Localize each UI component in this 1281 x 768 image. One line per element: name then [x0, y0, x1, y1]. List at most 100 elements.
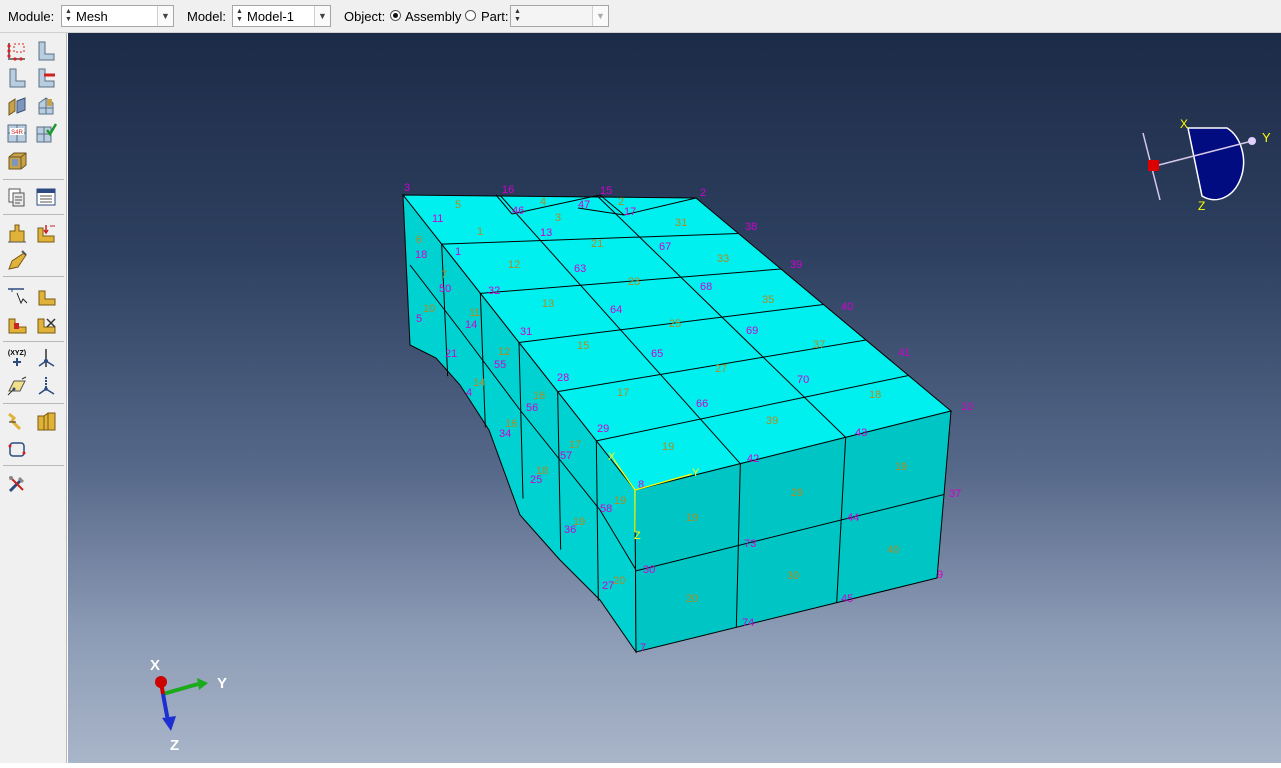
- node-label: 58: [600, 503, 612, 515]
- part-combo[interactable]: ▲ ▼ ▼: [510, 5, 609, 27]
- element-label: 10: [423, 303, 435, 315]
- partition-face-icon[interactable]: [35, 222, 57, 244]
- delete-seeds-icon[interactable]: [35, 67, 57, 89]
- view-compass[interactable]: X Y Z: [1142, 117, 1271, 213]
- compass-x-handle-icon[interactable]: [1148, 160, 1159, 171]
- node-label: 41: [898, 347, 910, 359]
- node-label: 10: [961, 401, 973, 413]
- tools-icon[interactable]: [6, 473, 28, 495]
- element-label: 17: [569, 439, 581, 451]
- element-label: 6: [416, 234, 422, 246]
- node-label: 45: [841, 593, 853, 605]
- node-label: 37: [949, 488, 961, 500]
- node-label: 5: [416, 313, 422, 325]
- datum-point-icon[interactable]: [35, 285, 57, 307]
- create-mesh-part-icon[interactable]: [6, 222, 28, 244]
- element-label: 16: [533, 390, 545, 402]
- verify-mesh-icon[interactable]: S4R: [6, 122, 28, 144]
- spin-arrows-icon[interactable]: ▲ ▼: [235, 8, 244, 24]
- node-label: 38: [745, 221, 757, 233]
- element-label: 37: [813, 339, 825, 351]
- context-bar: Module: ▲ ▼ Mesh ▼ Model: ▲ ▼ Model-1 ▼ Ob…: [0, 0, 1281, 33]
- mesh-part-icon[interactable]: [6, 150, 28, 172]
- orientation-icon[interactable]: [35, 375, 57, 397]
- node-label: 7: [640, 642, 646, 654]
- toolbox-divider: [3, 276, 64, 277]
- toolbox-divider: [3, 214, 64, 215]
- datum-plane-icon[interactable]: [35, 313, 57, 335]
- spin-arrows-icon[interactable]: ▲ ▼: [513, 8, 522, 24]
- element-label: 19: [573, 516, 585, 528]
- element-label: 15: [577, 340, 589, 352]
- spin-arrows-icon[interactable]: ▲ ▼: [64, 8, 73, 24]
- element-label: 2: [618, 196, 624, 208]
- datum-csys-icon[interactable]: (XYZ): [6, 347, 28, 369]
- node-label: 66: [696, 398, 708, 410]
- part-radio[interactable]: [465, 10, 476, 21]
- node-label: 50: [439, 283, 451, 295]
- element-label: 3: [555, 212, 561, 224]
- global-triad: X Y Z: [150, 657, 227, 754]
- datum-axis-icon[interactable]: [6, 313, 28, 335]
- module-combo[interactable]: ▲ ▼ Mesh ▼: [61, 5, 174, 27]
- node-label: 1: [455, 246, 461, 258]
- element-label: 35: [762, 294, 774, 306]
- assembly-radio[interactable]: [390, 10, 401, 21]
- viewport-canvas[interactable]: 3 16 15 246 471711381318 1 67396350 32 6840645 14…: [68, 33, 1281, 763]
- toolbox-divider: [3, 403, 64, 404]
- chevron-down-icon[interactable]: ▼: [157, 6, 173, 26]
- element-label: 12: [498, 346, 510, 358]
- query-icon[interactable]: [6, 186, 28, 208]
- mesh-toolbox: S4R (XYZ): [0, 33, 67, 763]
- element-type-icon[interactable]: [35, 95, 57, 117]
- node-label: 14: [465, 319, 477, 331]
- chevron-down-icon[interactable]: ▼: [592, 6, 608, 26]
- node-label: 29: [597, 423, 609, 435]
- node-label: 16: [502, 184, 514, 196]
- tools-icon[interactable]: [6, 410, 28, 432]
- node-label: 9: [937, 569, 943, 581]
- edit-mesh-icon[interactable]: [35, 186, 57, 208]
- model-combo[interactable]: ▲ ▼ Model-1 ▼: [232, 5, 331, 27]
- repair-geometry-icon[interactable]: [35, 347, 57, 369]
- node-label: 69: [746, 325, 758, 337]
- node-label: 74: [742, 617, 754, 629]
- node-label: 73: [744, 538, 756, 550]
- part-label[interactable]: Part:: [481, 9, 508, 24]
- assign-stack-icon[interactable]: [35, 122, 57, 144]
- node-label: 47: [578, 199, 590, 211]
- element-label: 19: [895, 461, 907, 473]
- element-label: 18: [536, 465, 548, 477]
- element-label: 27: [715, 363, 727, 375]
- element-label: 7: [441, 269, 447, 281]
- compass-y-handle-icon[interactable]: [1248, 137, 1256, 145]
- mesh-controls-icon[interactable]: [6, 95, 28, 117]
- tools-icon[interactable]: [35, 410, 57, 432]
- assembly-label[interactable]: Assembly: [405, 9, 461, 24]
- element-label: 11: [469, 307, 480, 319]
- node-label: 2: [700, 187, 706, 199]
- create-set-icon[interactable]: [6, 375, 28, 397]
- node-label: 40: [841, 301, 853, 313]
- model-label: Model:: [187, 9, 227, 24]
- node-label: 46: [512, 205, 524, 217]
- node-label: 28: [557, 372, 569, 384]
- element-label: 20: [613, 575, 625, 587]
- element-label: 4: [540, 196, 546, 208]
- seed-part-icon[interactable]: [6, 40, 28, 62]
- triad-x-label: X: [150, 657, 160, 674]
- partition-cell-icon[interactable]: [6, 249, 28, 271]
- toolbox-divider: [3, 179, 64, 180]
- seed-edge-icon[interactable]: [35, 40, 57, 62]
- chevron-down-icon[interactable]: ▼: [314, 6, 330, 26]
- tools-icon[interactable]: [6, 438, 28, 460]
- element-label: 17: [617, 387, 629, 399]
- seed-edge-biased-icon[interactable]: [6, 67, 28, 89]
- mesh-geometry: [401, 193, 953, 654]
- viewport[interactable]: 3 16 15 2 46 47 17 11 38 13 18 1 67 39 63 50 32 68 40 64 5 14…: [68, 33, 1281, 763]
- compass-y-label: Y: [1262, 130, 1271, 145]
- triad-z-label: Z: [170, 737, 179, 754]
- svg-text:S4R: S4R: [11, 130, 23, 136]
- node-label: 63: [574, 263, 586, 275]
- virtual-topology-icon[interactable]: [6, 285, 28, 307]
